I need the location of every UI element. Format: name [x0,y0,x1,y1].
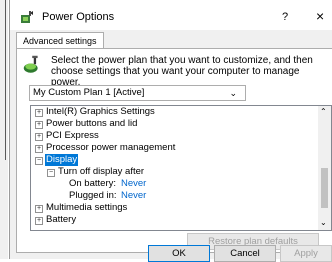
tree-item-label: Battery [46,214,77,225]
info-text: Select the power plan that you want to c… [51,55,313,88]
vertical-scrollbar[interactable]: ⌃ ⌄ [318,106,331,230]
expand-icon[interactable]: + [35,133,43,141]
close-button[interactable]: × [316,8,324,24]
tab-advanced-settings[interactable]: Advanced settings [16,32,104,49]
power-plan-dropdown[interactable]: My Custom Plan 1 [Active] ⌄ [29,85,246,101]
scroll-up-icon[interactable]: ⌃ [320,107,327,116]
cancel-button[interactable]: Cancel [214,245,276,262]
expand-icon[interactable]: + [35,145,43,153]
window-title: Power Options [42,11,115,23]
tree-item-label: PCI Express [46,130,99,141]
expand-icon[interactable]: + [35,109,43,117]
help-button[interactable]: ? [282,11,288,23]
tree-item-label: Intel(R) Graphics Settings [46,106,155,117]
ok-button[interactable]: OK [148,245,210,262]
advanced-settings-panel: Select the power plan that you want to c… [16,48,332,253]
chevron-down-icon: ⌄ [229,88,237,98]
background-window-edge [0,0,8,259]
collapse-icon[interactable]: − [35,157,43,165]
setting-label: On battery: [69,178,116,189]
setting-value-link[interactable]: Never [121,178,146,190]
tree-item-label: Power buttons and lid [46,118,138,129]
expand-icon[interactable]: + [35,205,43,213]
tree-item-label: Processor power management [46,142,176,153]
title-bar[interactable]: Power Options ? × [10,0,332,30]
power-options-icon [21,11,33,23]
power-options-dialog: Power Options ? × Advanced settings Sele… [9,0,332,262]
tree-item-label: Multimedia settings [46,202,128,213]
tree-item-label: Turn off display after [58,166,145,177]
expand-icon[interactable]: + [35,121,43,129]
expand-icon[interactable]: + [35,217,43,225]
settings-tree[interactable]: + Intel(R) Graphics Settings + Power but… [30,105,332,231]
setting-value-link[interactable]: Never [121,190,146,202]
power-plan-value: My Custom Plan 1 [Active] [33,87,145,98]
scrollbar-thumb[interactable] [321,168,328,208]
collapse-icon[interactable]: − [47,169,55,177]
background-window-border [5,0,6,160]
apply-button[interactable]: Apply [280,245,332,262]
scroll-down-icon[interactable]: ⌄ [320,218,327,227]
tree-item-label: Display [45,154,79,166]
power-plan-icon [23,55,38,73]
setting-label: Plugged in: [69,190,117,201]
